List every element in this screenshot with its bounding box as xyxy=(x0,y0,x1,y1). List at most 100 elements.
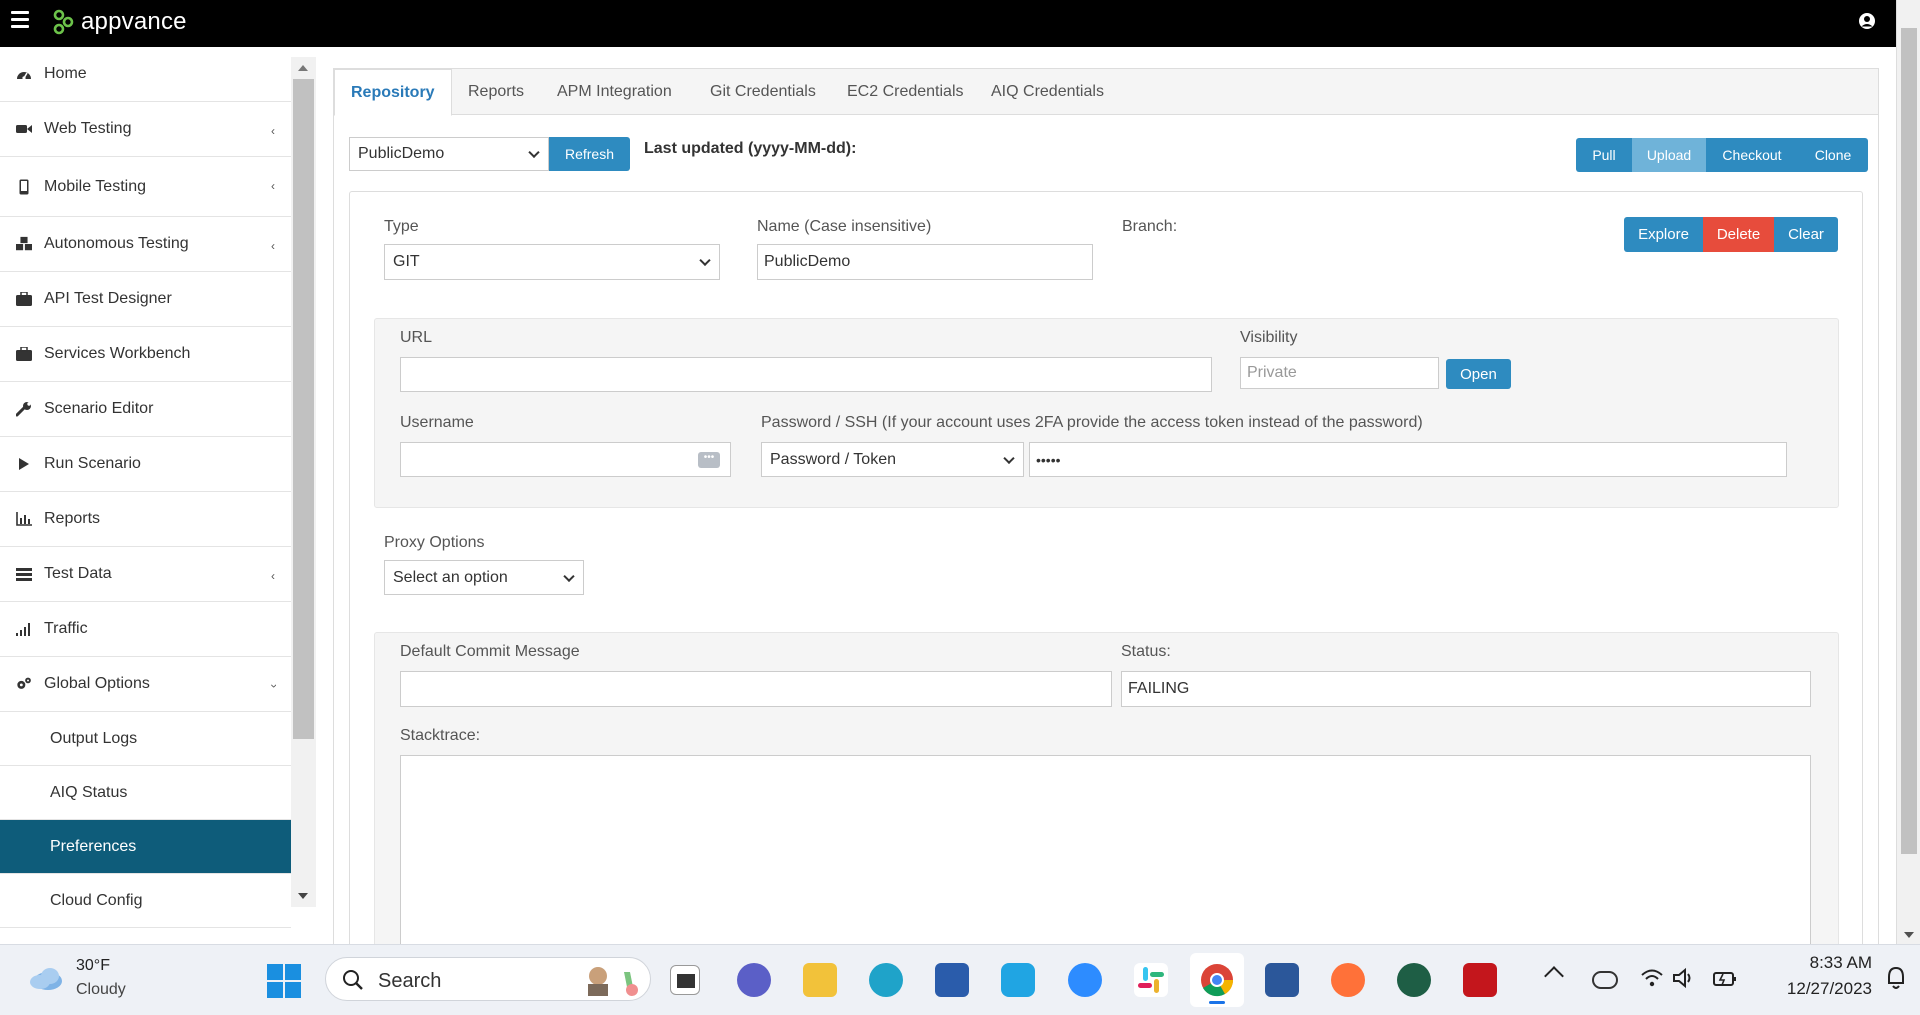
chevron-down-icon: ‹ xyxy=(266,684,280,688)
status-input: FAILING xyxy=(1121,671,1811,707)
video-camera-icon xyxy=(16,121,32,137)
sidebar-item-run-scenario[interactable]: Run Scenario xyxy=(0,437,291,492)
sidebar-item-reports[interactable]: Reports xyxy=(0,492,291,547)
edge-browser-icon[interactable] xyxy=(869,963,903,997)
user-account-icon[interactable] xyxy=(1858,12,1876,30)
sidebar-subitem-preferences[interactable]: Preferences xyxy=(0,820,291,874)
sidebar-item-services-workbench[interactable]: Services Workbench xyxy=(0,327,291,382)
notification-bell-icon[interactable] xyxy=(1885,965,1907,991)
play-icon xyxy=(16,456,32,472)
sidebar-item-home[interactable]: Home xyxy=(0,47,291,102)
sidebar-item-label: Global Options xyxy=(44,675,150,692)
sidebar-item-traffic[interactable]: Traffic xyxy=(0,602,291,657)
hamburger-menu-icon[interactable] xyxy=(11,11,29,28)
word-icon[interactable] xyxy=(1265,963,1299,997)
tab-ec2-credentials[interactable]: EC2 Credentials xyxy=(831,69,980,115)
url-input[interactable] xyxy=(400,357,1212,392)
tab-aiq-credentials[interactable]: AIQ Credentials xyxy=(975,69,1120,115)
scroll-up-arrow-icon[interactable] xyxy=(298,65,308,71)
app-leaf-icon[interactable] xyxy=(1397,963,1431,997)
onedrive-cloud-icon[interactable] xyxy=(1592,971,1618,989)
sidebar-item-label: API Test Designer xyxy=(44,290,172,307)
scrollbar-thumb[interactable] xyxy=(293,79,314,739)
visibility-input[interactable]: Private xyxy=(1240,357,1439,389)
speaker-volume-icon[interactable] xyxy=(1672,967,1696,989)
top-navbar: appvance xyxy=(0,0,1920,47)
sidebar-subitem-output-logs[interactable]: Output Logs xyxy=(0,712,291,766)
sidebar-scrollbar[interactable] xyxy=(291,57,316,907)
stacktrace-label: Stacktrace: xyxy=(400,727,481,744)
stacktrace-textarea[interactable] xyxy=(400,755,1811,955)
proxy-options-value: Select an option xyxy=(393,568,508,586)
microsoft-store-icon[interactable] xyxy=(935,963,969,997)
sidebar-item-label: Traffic xyxy=(44,620,88,637)
scroll-down-arrow-icon[interactable] xyxy=(1904,932,1914,938)
appvance-logo[interactable]: appvance xyxy=(50,7,187,37)
password-manager-icon[interactable]: ••• xyxy=(698,452,720,468)
clone-button[interactable]: Clone xyxy=(1798,138,1868,172)
brand-name: appvance xyxy=(81,8,187,35)
sidebar-item-global-options[interactable]: Global Options ‹ xyxy=(0,657,291,712)
password-type-select[interactable]: Password / Token xyxy=(761,442,1024,477)
pull-button[interactable]: Pull xyxy=(1576,138,1632,172)
cloudy-weather-icon[interactable] xyxy=(26,963,66,993)
sidebar-item-mobile-testing[interactable]: Mobile Testing ‹ xyxy=(0,157,291,217)
sidebar-item-label: Run Scenario xyxy=(44,455,141,472)
delete-button[interactable]: Delete xyxy=(1703,217,1774,252)
sidebar-item-label: Web Testing xyxy=(44,120,132,137)
wifi-icon[interactable] xyxy=(1640,967,1664,989)
sidebar-item-label: Test Data xyxy=(44,565,112,582)
status-value: FAILING xyxy=(1128,680,1190,697)
type-label: Type xyxy=(384,218,419,235)
tab-git-credentials[interactable]: Git Credentials xyxy=(694,69,832,115)
name-label: Name (Case insensitive) xyxy=(757,218,932,235)
windows-start-icon[interactable] xyxy=(266,963,302,999)
sidebar-item-api-test-designer[interactable]: API Test Designer xyxy=(0,272,291,327)
sidebar-item-scenario-editor[interactable]: Scenario Editor xyxy=(0,382,291,437)
sidebar-item-web-testing[interactable]: Web Testing ‹ xyxy=(0,102,291,157)
tab-repository[interactable]: Repository xyxy=(334,69,452,116)
show-hidden-icons-chevron-icon[interactable] xyxy=(1544,966,1564,986)
last-updated-text: Last updated (yyyy-MM-dd): xyxy=(644,140,857,157)
alexa-icon[interactable] xyxy=(1001,963,1035,997)
sidebar-subitem-aiq-status[interactable]: AIQ Status xyxy=(0,766,291,820)
refresh-button[interactable]: Refresh xyxy=(549,137,630,171)
explore-button[interactable]: Explore xyxy=(1624,217,1703,252)
connection-well: URL Visibility Private Open Username •••… xyxy=(374,318,1839,508)
zoom-icon[interactable] xyxy=(1068,963,1102,997)
scroll-down-arrow-icon[interactable] xyxy=(298,893,308,899)
sidebar-item-label: Output Logs xyxy=(50,729,138,747)
sidebar-subitem-cloud-config[interactable]: Cloud Config xyxy=(0,874,291,928)
sidebar-item-autonomous-testing[interactable]: Autonomous Testing ‹ xyxy=(0,217,291,272)
clock-time[interactable]: 8:33 AM xyxy=(1762,953,1872,973)
slack-icon[interactable] xyxy=(1134,963,1168,997)
username-input[interactable]: ••• xyxy=(400,442,731,477)
teams-chat-icon[interactable] xyxy=(737,963,771,997)
checkout-button[interactable]: Checkout xyxy=(1706,138,1798,172)
open-button[interactable]: Open xyxy=(1446,359,1511,389)
proxy-options-select[interactable]: Select an option xyxy=(384,560,584,595)
firefox-icon[interactable] xyxy=(1331,963,1365,997)
clock-date[interactable]: 12/27/2023 xyxy=(1762,979,1872,999)
tab-apm-integration[interactable]: APM Integration xyxy=(541,69,688,115)
name-input[interactable]: PublicDemo xyxy=(757,244,1093,280)
default-commit-message-input[interactable] xyxy=(400,671,1112,707)
battery-charging-icon[interactable] xyxy=(1712,967,1738,989)
name-input-value: PublicDemo xyxy=(764,253,851,270)
chrome-active-tile[interactable] xyxy=(1190,953,1244,1007)
page-scrollbar[interactable] xyxy=(1896,0,1920,944)
scrollbar-thumb[interactable] xyxy=(1901,28,1917,854)
sidebar-item-test-data[interactable]: Test Data ‹ xyxy=(0,547,291,602)
password-input[interactable]: ••••• xyxy=(1029,442,1787,477)
repository-select[interactable]: PublicDemo xyxy=(349,137,549,171)
chevron-left-icon: ‹ xyxy=(271,569,275,583)
acrobat-reader-icon[interactable] xyxy=(1463,963,1497,997)
mobile-phone-icon xyxy=(16,179,32,195)
tab-reports[interactable]: Reports xyxy=(452,69,540,115)
file-explorer-icon[interactable] xyxy=(803,963,837,997)
taskbar-search-box[interactable]: Search xyxy=(325,957,651,1001)
type-select[interactable]: GIT xyxy=(384,244,720,280)
clear-button[interactable]: Clear xyxy=(1774,217,1838,252)
upload-button[interactable]: Upload xyxy=(1632,138,1706,172)
task-view-icon[interactable] xyxy=(670,965,700,995)
